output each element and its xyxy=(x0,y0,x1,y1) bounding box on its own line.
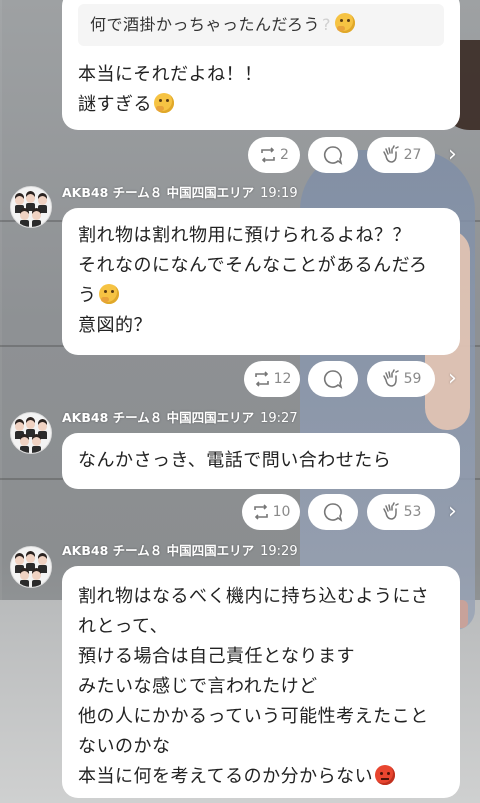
question-mark: ? xyxy=(322,15,332,34)
thinking-face-emoji xyxy=(335,13,356,33)
comment-icon xyxy=(323,370,343,389)
chevron-right-icon[interactable]: › xyxy=(448,501,462,523)
repost-button[interactable]: 10 xyxy=(242,494,300,530)
message-bubble: 何で酒掛かっちゃったんだろう? 本当にそれだよね！！ 謎すぎる xyxy=(62,0,460,130)
clap-icon xyxy=(382,145,399,163)
repost-count: 12 xyxy=(273,371,292,387)
repost-icon xyxy=(254,371,269,387)
sender-label: AKB48 チーム８ 中国四国エリア xyxy=(62,410,255,425)
clap-count: 53 xyxy=(403,504,422,520)
comment-button[interactable] xyxy=(308,137,358,173)
message-line: 本当に何を考えてるのか分からない xyxy=(78,766,374,787)
thinking-face-emoji xyxy=(98,284,119,304)
repost-button[interactable]: 2 xyxy=(248,137,300,173)
clap-icon xyxy=(382,369,399,387)
clap-button[interactable]: 27 xyxy=(367,137,435,173)
avatar[interactable] xyxy=(10,412,52,454)
repost-icon xyxy=(253,504,268,520)
message-line: れとって、 xyxy=(78,616,169,637)
clap-icon xyxy=(382,502,399,520)
message-line: 本当にそれだよね！！ xyxy=(78,64,263,85)
message-line: みたいな感じで言われたけど xyxy=(78,676,318,697)
angry-face-emoji xyxy=(375,765,396,785)
repost-button[interactable]: 12 xyxy=(244,361,300,397)
clap-count: 59 xyxy=(403,371,422,387)
quoted-message: 何で酒掛かっちゃったんだろう? xyxy=(78,4,444,46)
clap-button[interactable]: 53 xyxy=(367,494,435,530)
message-line: う xyxy=(78,285,97,306)
message-line: 預ける場合は自己責任となります xyxy=(78,646,355,667)
comment-icon xyxy=(323,503,343,522)
message-line: それなのになんでそんなことがあるんだろ xyxy=(78,255,428,276)
sender-name: AKB48 チーム８ 中国四国エリア 19:19 xyxy=(62,183,298,203)
message-line: 割れ物は割れ物用に預けられるよね？？ xyxy=(78,225,411,246)
comment-button[interactable] xyxy=(308,361,358,397)
chevron-right-icon[interactable]: › xyxy=(448,368,462,390)
clap-count: 27 xyxy=(403,147,422,163)
message-line: 意図的？ xyxy=(78,315,152,336)
chevron-right-icon[interactable]: › xyxy=(448,144,462,166)
repost-count: 10 xyxy=(272,504,291,520)
avatar[interactable] xyxy=(10,186,52,228)
message-line: ないのかな xyxy=(78,736,171,757)
quoted-text: 何で酒掛かっちゃったんだろう xyxy=(90,15,321,34)
comment-icon xyxy=(323,146,343,165)
message-line: なんかさっき、電話で問い合わせたら xyxy=(78,450,392,471)
message-line: 割れ物はなるべく機内に持ち込むようにさ xyxy=(78,586,430,607)
repost-icon xyxy=(261,147,275,163)
message-line: 謎すぎる xyxy=(78,94,152,115)
message-bubble: 割れ物はなるべく機内に持ち込むようにさ れとって、 預ける場合は自己責任となりま… xyxy=(62,566,460,798)
repost-count: 2 xyxy=(280,147,289,163)
sender-label: AKB48 チーム８ 中国四国エリア xyxy=(62,185,255,200)
comment-button[interactable] xyxy=(308,494,358,530)
thinking-face-emoji xyxy=(154,93,174,113)
timestamp: 19:29 xyxy=(260,544,298,559)
message-bubble: 割れ物は割れ物用に預けられるよね？？ それなのになんでそんなことがあるんだろ う… xyxy=(62,208,460,355)
timestamp: 19:19 xyxy=(260,186,298,201)
avatar[interactable] xyxy=(10,546,52,588)
sender-label: AKB48 チーム８ 中国四国エリア xyxy=(62,543,255,558)
sender-name: AKB48 チーム８ 中国四国エリア 19:27 xyxy=(62,408,298,428)
clap-button[interactable]: 59 xyxy=(367,361,435,397)
sender-name: AKB48 チーム８ 中国四国エリア 19:29 xyxy=(62,541,298,561)
message-bubble: なんかさっき、電話で問い合わせたら xyxy=(62,433,460,489)
timestamp: 19:27 xyxy=(260,411,298,426)
message-line: 他の人にかかるっていう可能性考えたこと xyxy=(78,706,429,727)
